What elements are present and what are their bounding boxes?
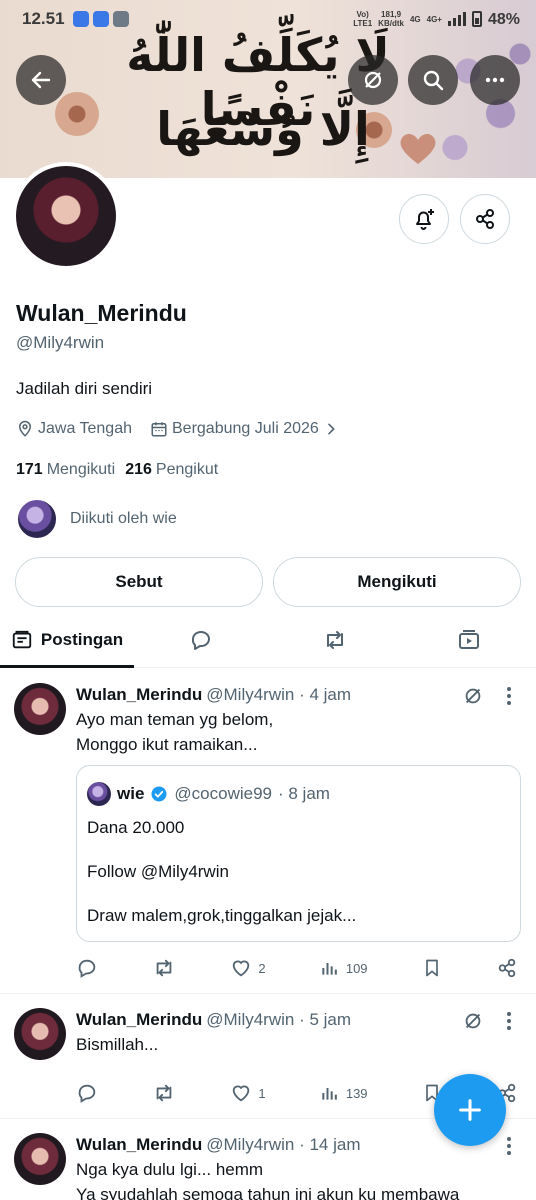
chevron-right-icon	[327, 423, 335, 435]
grok-icon	[364, 71, 382, 89]
share-button[interactable]	[496, 957, 518, 979]
quoted-post-header: wie @cocowie99 · 8 jam	[87, 782, 330, 806]
post-avatar[interactable]	[14, 1133, 66, 1185]
like-button[interactable]: 1	[230, 1082, 266, 1104]
quoted-avatar	[87, 782, 111, 806]
arrow-left-icon	[31, 71, 51, 89]
post-header: Wulan_Merindu @Mily4rwin · 5 jam	[76, 1010, 352, 1029]
quoted-text-line: Dana 20.000	[87, 818, 185, 837]
bookmark-icon	[425, 959, 438, 977]
profile-tabs: Postingan	[0, 612, 536, 668]
post-text: Nga kya dulu lgi... hemm Ya syudahlah se…	[76, 1160, 460, 1200]
grok-icon[interactable]	[462, 1010, 484, 1032]
repost-button[interactable]	[152, 1082, 176, 1104]
heart-icon	[233, 960, 250, 977]
share-icon	[476, 209, 494, 229]
profile-name: Wulan_Merindu	[16, 300, 187, 326]
profile-joined[interactable]: Bergabung Juli 2026	[150, 420, 339, 438]
network-type-plus: 4G+	[426, 14, 442, 24]
followed-by[interactable]: Diikuti oleh wie	[16, 498, 177, 540]
reply-icon	[78, 1084, 96, 1103]
bookmark-button[interactable]	[422, 957, 442, 979]
signal-icon	[447, 12, 466, 26]
post-item[interactable]: Wulan_Merindu @Mily4rwin · 4 jam Ayo man …	[0, 683, 536, 994]
reply-icon	[191, 630, 210, 650]
views-button[interactable]: 139	[320, 1083, 368, 1103]
more-vertical-icon[interactable]	[500, 1010, 518, 1032]
grok-button[interactable]	[348, 55, 398, 105]
tab-media[interactable]	[402, 612, 536, 667]
location-pin-icon	[18, 420, 32, 437]
post-header: Wulan_Merindu @Mily4rwin · 4 jam	[76, 685, 352, 704]
status-time: 12.51	[22, 9, 65, 28]
followers-stat[interactable]: 216 Pengikut	[125, 461, 218, 479]
search-icon	[423, 70, 444, 91]
post-avatar[interactable]	[14, 1008, 66, 1060]
more-vertical-icon[interactable]	[500, 685, 518, 707]
search-button[interactable]	[408, 55, 458, 105]
profile-bio: Jadilah diri sendiri	[16, 379, 153, 398]
post-actions: 2 109	[76, 957, 518, 979]
profile-handle: @Mily4rwin	[16, 333, 105, 352]
grok-icon[interactable]	[462, 685, 484, 707]
views-icon	[322, 1088, 337, 1100]
profile-avatar[interactable]	[12, 162, 120, 270]
share-profile-button[interactable]	[460, 194, 510, 244]
network-type: 4G	[409, 14, 421, 24]
compose-post-button[interactable]	[434, 1074, 506, 1146]
reply-icon	[78, 959, 96, 978]
repost-icon	[156, 1084, 172, 1102]
battery-level: 48%	[487, 10, 520, 28]
more-options-button[interactable]	[470, 55, 520, 105]
repost-icon	[327, 630, 343, 649]
tab-replies[interactable]	[134, 612, 268, 667]
profile-meta: Jawa Tengah Bergabung Juli 2026	[16, 420, 351, 438]
repost-icon	[156, 959, 172, 977]
reply-button[interactable]	[76, 1082, 98, 1104]
post-avatar[interactable]	[14, 683, 66, 735]
like-button[interactable]: 2	[230, 957, 266, 979]
views-button[interactable]: 109	[320, 958, 368, 978]
repost-button[interactable]	[152, 957, 176, 979]
more-horizontal-icon	[485, 77, 505, 83]
status-bar: 12.51 Vo) LTE1 181,9 KB/dtk 4G 4G+ 48%	[0, 0, 536, 38]
network-indicator: Vo) LTE1	[353, 10, 373, 28]
notification-icons	[72, 11, 129, 27]
banner-text-line2: إِلَّا وُسْعَهَا	[156, 102, 370, 156]
reply-button[interactable]	[76, 957, 98, 979]
tab-posts[interactable]: Postingan	[0, 612, 134, 668]
quoted-text-line: Follow @Mily4rwin	[87, 862, 229, 881]
more-vertical-icon[interactable]	[500, 1135, 518, 1157]
quoted-text-line: Draw malem,grok,tinggalkan jejak...	[87, 906, 357, 925]
bell-plus-icon	[416, 209, 434, 230]
back-button[interactable]	[16, 55, 66, 105]
post-header: Wulan_Merindu @Mily4rwin · 14 jam	[76, 1135, 361, 1154]
posts-icon	[12, 630, 32, 648]
verified-badge-icon	[151, 786, 167, 802]
notifications-button[interactable]	[399, 194, 449, 244]
post-text: Bismillah...	[76, 1035, 159, 1054]
views-icon	[322, 963, 337, 975]
quoted-post[interactable]: wie @cocowie99 · 8 jam Dana 20.000 Follo…	[76, 765, 521, 942]
profile-stats: 171 Mengikuti 216 Pengikut	[16, 461, 218, 479]
share-icon	[498, 958, 516, 978]
post-text: Ayo man teman yg belom, Monggo ikut rama…	[76, 710, 274, 754]
follower-avatar	[16, 498, 58, 540]
speed-indicator: 181,9 KB/dtk	[378, 10, 404, 28]
media-icon	[459, 629, 479, 649]
profile-location: Jawa Tengah	[16, 420, 132, 438]
heart-icon	[233, 1085, 250, 1102]
calendar-icon	[151, 422, 167, 437]
mention-button[interactable]: Sebut	[15, 557, 263, 607]
battery-icon	[471, 11, 482, 27]
tab-reposts[interactable]	[268, 612, 402, 667]
following-stat[interactable]: 171 Mengikuti	[16, 461, 115, 479]
following-button[interactable]: Mengikuti	[273, 557, 521, 607]
plus-icon	[459, 1099, 481, 1121]
